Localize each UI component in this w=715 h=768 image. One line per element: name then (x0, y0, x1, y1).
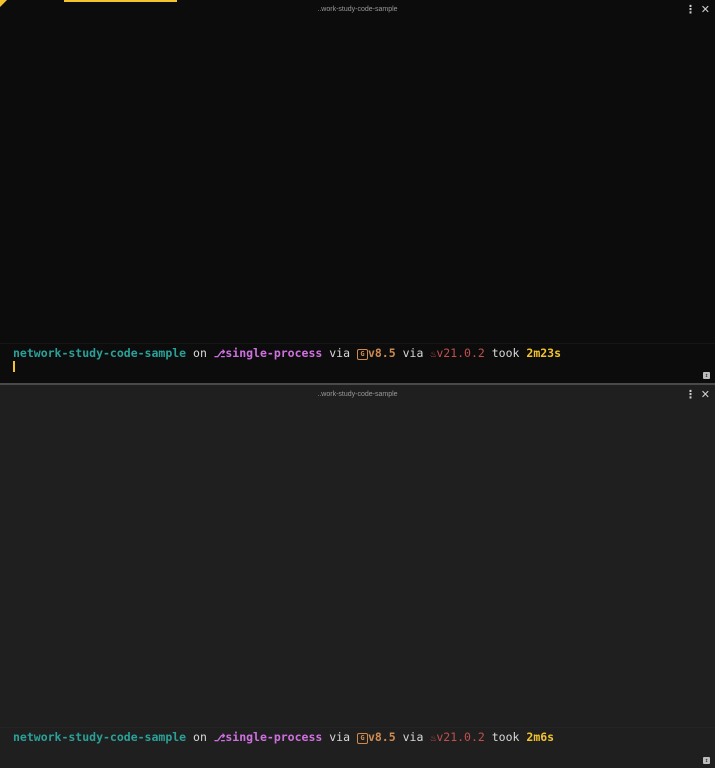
terminal-pane-top[interactable]: ..work-study-code-sample ⋮ ✕ network-stu… (0, 0, 715, 383)
prompt-branch: single-process (225, 730, 323, 744)
prompt-on: on (193, 730, 207, 744)
prompt-directory: network-study-code-sample (13, 730, 187, 744)
terminal-pane-bottom[interactable]: ..work-study-code-sample ⋮ ✕ network-stu… (0, 385, 715, 768)
gradle-icon: G (356, 733, 368, 744)
terminal-cursor (13, 361, 15, 372)
prompt-via: via (329, 730, 351, 744)
more-options-icon[interactable]: ⋮ (685, 388, 696, 401)
prompt-duration: 2m6s (526, 730, 555, 744)
prompt-separator (0, 727, 715, 728)
pane-title: ..work-study-code-sample (317, 6, 398, 13)
prompt-directory: network-study-code-sample (13, 346, 187, 360)
prompt-gradle-version: v8.5 (367, 730, 396, 744)
git-branch-icon: ⎇ (213, 733, 226, 744)
scroll-indicator-icon[interactable]: ↕ (703, 757, 710, 764)
git-branch-icon: ⎇ (213, 349, 226, 360)
prompt-duration: 2m23s (526, 346, 562, 360)
pane-header: ..work-study-code-sample ⋮ ✕ (0, 0, 715, 19)
pane-header: ..work-study-code-sample ⋮ ✕ (0, 385, 715, 404)
prompt-took: took (491, 730, 520, 744)
pane-title: ..work-study-code-sample (317, 391, 398, 398)
more-options-icon[interactable]: ⋮ (685, 3, 696, 16)
prompt-java-version: v21.0.2 (436, 730, 485, 744)
close-icon[interactable]: ✕ (701, 3, 710, 16)
prompt-took: took (491, 346, 520, 360)
prompt-via: via (402, 346, 424, 360)
prompt-separator (0, 343, 715, 344)
shell-prompt: network-study-code-sample on ⎇single-pro… (13, 346, 561, 360)
prompt-on: on (193, 346, 207, 360)
scroll-indicator-icon[interactable]: ↕ (703, 372, 710, 379)
prompt-via: via (329, 346, 351, 360)
prompt-java-version: v21.0.2 (436, 346, 485, 360)
prompt-via: via (402, 730, 424, 744)
prompt-gradle-version: v8.5 (367, 346, 396, 360)
gradle-icon: G (356, 349, 368, 360)
active-tab-accent (64, 0, 177, 2)
close-icon[interactable]: ✕ (701, 388, 710, 401)
prompt-branch: single-process (225, 346, 323, 360)
shell-prompt: network-study-code-sample on ⎇single-pro… (13, 730, 554, 744)
